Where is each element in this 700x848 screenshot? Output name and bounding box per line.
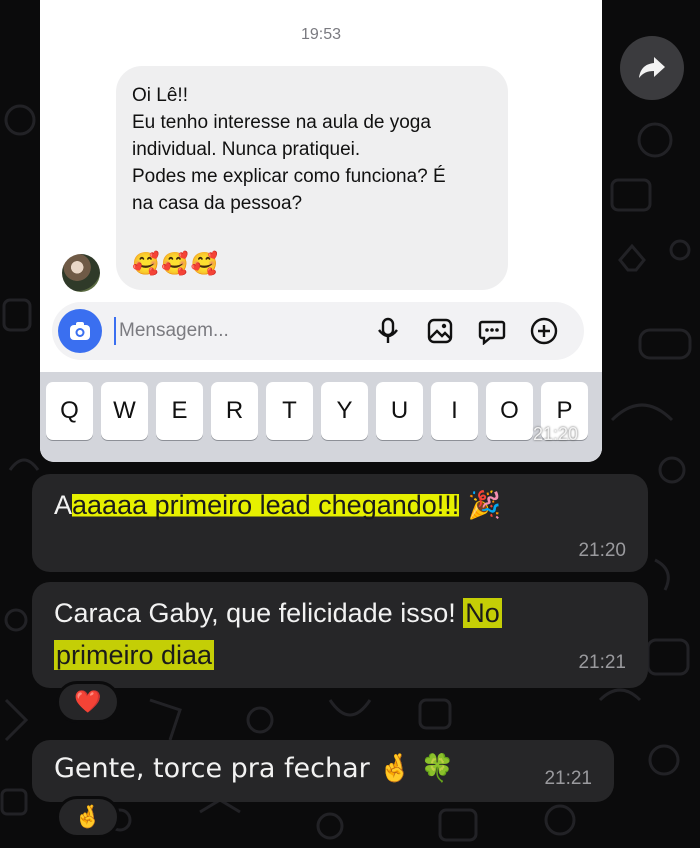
message-timestamp: 21:21	[544, 768, 592, 789]
party-popper-emoji: 🎉	[459, 490, 502, 521]
gallery-icon	[427, 318, 453, 344]
message-timestamp: 21:20	[578, 540, 626, 561]
shared-screenshot-image[interactable]: 19:53 Oi Lê!! Eu tenho interesse na aula…	[40, 0, 602, 462]
message-bubble[interactable]: Aaaaaa primeiro lead chegando!!! 🎉 21:20	[32, 474, 648, 572]
key: T	[266, 382, 313, 440]
reaction-heart[interactable]: ❤️	[56, 681, 120, 723]
key: U	[376, 382, 423, 440]
highlighted-text: primeiro diaa	[54, 640, 215, 670]
sender-avatar	[62, 254, 100, 292]
key: R	[211, 382, 258, 440]
message-bubble[interactable]: Gente, torce pra fechar 🤞 🍀 21:21	[32, 740, 614, 802]
key: W	[101, 382, 148, 440]
forward-arrow-icon	[639, 57, 665, 78]
dm-line: individual. Nunca pratiquei.	[132, 139, 361, 160]
screenshot-dm-bubble: Oi Lê!! Eu tenho interesse na aula de yo…	[116, 66, 508, 290]
dm-line: na casa da pessoa?	[132, 193, 303, 214]
microphone-icon	[378, 317, 398, 343]
dm-emojis: 🥰🥰🥰	[132, 252, 221, 277]
plus-circle-icon	[530, 317, 558, 345]
message-input	[114, 317, 334, 345]
highlighted-text: aaaaa primeiro lead chegando!!!	[72, 490, 460, 520]
message-text-line: Caraca Gaby, que felicidade isso! No	[54, 592, 502, 634]
key: Q	[46, 382, 93, 440]
dm-line: Eu tenho interesse na aula de yoga	[132, 112, 431, 133]
camera-icon	[58, 309, 102, 353]
message-text-line: primeiro diaa	[54, 634, 215, 676]
image-timestamp: 21:20	[532, 424, 578, 444]
screenshot-composer	[52, 302, 584, 360]
reaction-crossed-fingers[interactable]: 🤞	[56, 796, 120, 838]
key: O	[486, 382, 533, 440]
sticker-icon	[478, 320, 506, 345]
message-text-plain: A	[54, 490, 73, 520]
key: Y	[321, 382, 368, 440]
dm-line: Oi Lê!!	[132, 85, 188, 106]
forward-button[interactable]	[620, 36, 684, 100]
key: E	[156, 382, 203, 440]
screenshot-timestamp: 19:53	[300, 26, 342, 43]
dm-line: Podes me explicar como funciona? É	[132, 166, 446, 187]
message-text-plain: Caraca Gaby, que felicidade isso!	[54, 598, 464, 628]
key: I	[431, 382, 478, 440]
screenshot-keyboard: Q W E R T Y U I O P	[40, 372, 602, 462]
message-timestamp: 21:21	[578, 652, 626, 673]
message-bubble[interactable]: Caraca Gaby, que felicidade isso! No pri…	[32, 582, 648, 688]
message-text: Gente, torce pra fechar 🤞 🍀	[54, 753, 455, 784]
highlighted-text: No	[463, 598, 502, 628]
message-text: Aaaaaa primeiro lead chegando!!! 🎉	[54, 484, 502, 527]
